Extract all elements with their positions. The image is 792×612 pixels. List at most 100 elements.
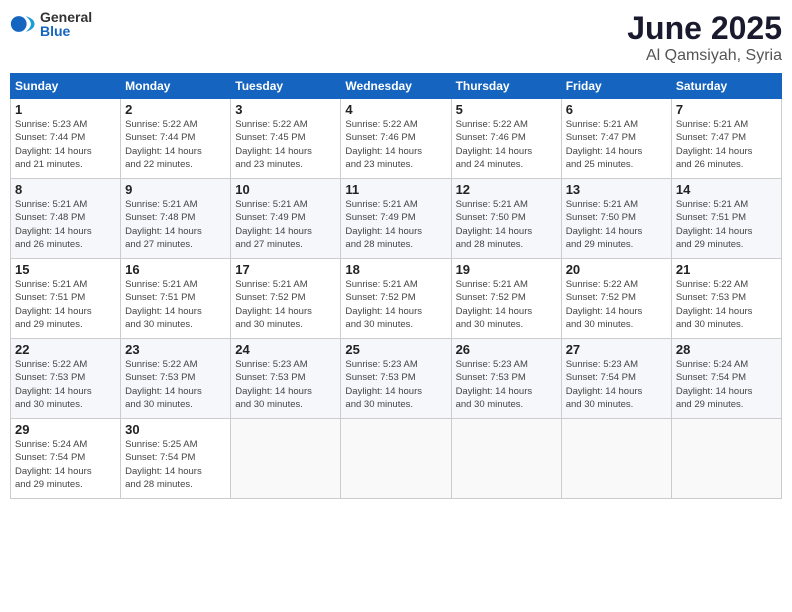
table-row: 15 Sunrise: 5:21 AM Sunset: 7:51 PM Dayl… [11, 259, 121, 339]
day-info: Sunrise: 5:23 AM Sunset: 7:53 PM Dayligh… [235, 358, 336, 411]
table-row: 12 Sunrise: 5:21 AM Sunset: 7:50 PM Dayl… [451, 179, 561, 259]
table-row [341, 419, 451, 499]
daylight-minutes: and 29 minutes. [15, 479, 83, 490]
daylight-minutes: and 30 minutes. [15, 399, 83, 410]
day-info: Sunrise: 5:22 AM Sunset: 7:53 PM Dayligh… [125, 358, 226, 411]
day-number: 23 [125, 342, 226, 357]
day-number: 15 [15, 262, 116, 277]
daylight-minutes: and 27 minutes. [125, 239, 193, 250]
daylight-label: Daylight: 14 hours [456, 306, 533, 317]
day-info: Sunrise: 5:23 AM Sunset: 7:54 PM Dayligh… [566, 358, 667, 411]
daylight-minutes: and 30 minutes. [676, 319, 744, 330]
day-number: 8 [15, 182, 116, 197]
daylight-label: Daylight: 14 hours [456, 146, 533, 157]
daylight-label: Daylight: 14 hours [15, 466, 92, 477]
table-row: 27 Sunrise: 5:23 AM Sunset: 7:54 PM Dayl… [561, 339, 671, 419]
daylight-minutes: and 30 minutes. [456, 399, 524, 410]
col-friday: Friday [561, 74, 671, 99]
col-thursday: Thursday [451, 74, 561, 99]
sunset-label: Sunset: 7:54 PM [125, 452, 195, 463]
table-row: 2 Sunrise: 5:22 AM Sunset: 7:44 PM Dayli… [121, 99, 231, 179]
calendar-week-4: 22 Sunrise: 5:22 AM Sunset: 7:53 PM Dayl… [11, 339, 782, 419]
sunset-label: Sunset: 7:49 PM [345, 212, 415, 223]
daylight-minutes: and 26 minutes. [676, 159, 744, 170]
col-tuesday: Tuesday [231, 74, 341, 99]
day-info: Sunrise: 5:21 AM Sunset: 7:47 PM Dayligh… [676, 118, 777, 171]
day-info: Sunrise: 5:23 AM Sunset: 7:44 PM Dayligh… [15, 118, 116, 171]
day-info: Sunrise: 5:22 AM Sunset: 7:44 PM Dayligh… [125, 118, 226, 171]
day-info: Sunrise: 5:24 AM Sunset: 7:54 PM Dayligh… [15, 438, 116, 491]
sunset-label: Sunset: 7:46 PM [345, 132, 415, 143]
col-sunday: Sunday [11, 74, 121, 99]
day-number: 29 [15, 422, 116, 437]
table-row [671, 419, 781, 499]
sunrise-label: Sunrise: 5:22 AM [456, 119, 528, 130]
daylight-label: Daylight: 14 hours [235, 226, 312, 237]
daylight-label: Daylight: 14 hours [235, 306, 312, 317]
daylight-minutes: and 30 minutes. [235, 399, 303, 410]
table-row: 20 Sunrise: 5:22 AM Sunset: 7:52 PM Dayl… [561, 259, 671, 339]
daylight-minutes: and 30 minutes. [125, 319, 193, 330]
day-number: 6 [566, 102, 667, 117]
logo-general: General [40, 10, 92, 24]
day-info: Sunrise: 5:21 AM Sunset: 7:51 PM Dayligh… [15, 278, 116, 331]
daylight-label: Daylight: 14 hours [676, 386, 753, 397]
sunrise-label: Sunrise: 5:23 AM [456, 359, 528, 370]
daylight-minutes: and 30 minutes. [125, 399, 193, 410]
day-number: 20 [566, 262, 667, 277]
sunset-label: Sunset: 7:48 PM [125, 212, 195, 223]
logo: General Blue [10, 10, 92, 38]
daylight-label: Daylight: 14 hours [125, 226, 202, 237]
day-number: 9 [125, 182, 226, 197]
daylight-minutes: and 29 minutes. [566, 239, 634, 250]
day-number: 18 [345, 262, 446, 277]
table-row: 16 Sunrise: 5:21 AM Sunset: 7:51 PM Dayl… [121, 259, 231, 339]
sunset-label: Sunset: 7:52 PM [456, 292, 526, 303]
logo-icon [10, 10, 38, 38]
table-row: 28 Sunrise: 5:24 AM Sunset: 7:54 PM Dayl… [671, 339, 781, 419]
day-info: Sunrise: 5:21 AM Sunset: 7:52 PM Dayligh… [456, 278, 557, 331]
table-row: 26 Sunrise: 5:23 AM Sunset: 7:53 PM Dayl… [451, 339, 561, 419]
sunset-label: Sunset: 7:54 PM [15, 452, 85, 463]
table-row: 3 Sunrise: 5:22 AM Sunset: 7:45 PM Dayli… [231, 99, 341, 179]
sunrise-label: Sunrise: 5:21 AM [345, 199, 417, 210]
sunset-label: Sunset: 7:44 PM [125, 132, 195, 143]
day-info: Sunrise: 5:22 AM Sunset: 7:46 PM Dayligh… [456, 118, 557, 171]
table-row: 4 Sunrise: 5:22 AM Sunset: 7:46 PM Dayli… [341, 99, 451, 179]
day-number: 30 [125, 422, 226, 437]
daylight-label: Daylight: 14 hours [125, 386, 202, 397]
logo-text: General Blue [40, 10, 92, 38]
sunrise-label: Sunrise: 5:21 AM [566, 199, 638, 210]
sunset-label: Sunset: 7:49 PM [235, 212, 305, 223]
day-number: 27 [566, 342, 667, 357]
daylight-minutes: and 21 minutes. [15, 159, 83, 170]
day-info: Sunrise: 5:21 AM Sunset: 7:50 PM Dayligh… [566, 198, 667, 251]
table-row: 22 Sunrise: 5:22 AM Sunset: 7:53 PM Dayl… [11, 339, 121, 419]
day-number: 26 [456, 342, 557, 357]
table-row: 24 Sunrise: 5:23 AM Sunset: 7:53 PM Dayl… [231, 339, 341, 419]
day-info: Sunrise: 5:21 AM Sunset: 7:47 PM Dayligh… [566, 118, 667, 171]
sunset-label: Sunset: 7:45 PM [235, 132, 305, 143]
daylight-minutes: and 23 minutes. [235, 159, 303, 170]
col-wednesday: Wednesday [341, 74, 451, 99]
daylight-minutes: and 28 minutes. [456, 239, 524, 250]
daylight-minutes: and 25 minutes. [566, 159, 634, 170]
day-info: Sunrise: 5:22 AM Sunset: 7:53 PM Dayligh… [676, 278, 777, 331]
sunset-label: Sunset: 7:47 PM [676, 132, 746, 143]
day-number: 21 [676, 262, 777, 277]
daylight-label: Daylight: 14 hours [566, 306, 643, 317]
calendar-week-2: 8 Sunrise: 5:21 AM Sunset: 7:48 PM Dayli… [11, 179, 782, 259]
daylight-label: Daylight: 14 hours [15, 146, 92, 157]
day-info: Sunrise: 5:24 AM Sunset: 7:54 PM Dayligh… [676, 358, 777, 411]
sunrise-label: Sunrise: 5:21 AM [456, 279, 528, 290]
sunset-label: Sunset: 7:54 PM [566, 372, 636, 383]
table-row [451, 419, 561, 499]
sunset-label: Sunset: 7:52 PM [345, 292, 415, 303]
daylight-minutes: and 30 minutes. [345, 399, 413, 410]
calendar-table: Sunday Monday Tuesday Wednesday Thursday… [10, 73, 782, 499]
sunrise-label: Sunrise: 5:21 AM [235, 279, 307, 290]
day-number: 2 [125, 102, 226, 117]
sunset-label: Sunset: 7:52 PM [566, 292, 636, 303]
daylight-minutes: and 28 minutes. [345, 239, 413, 250]
day-info: Sunrise: 5:21 AM Sunset: 7:49 PM Dayligh… [235, 198, 336, 251]
